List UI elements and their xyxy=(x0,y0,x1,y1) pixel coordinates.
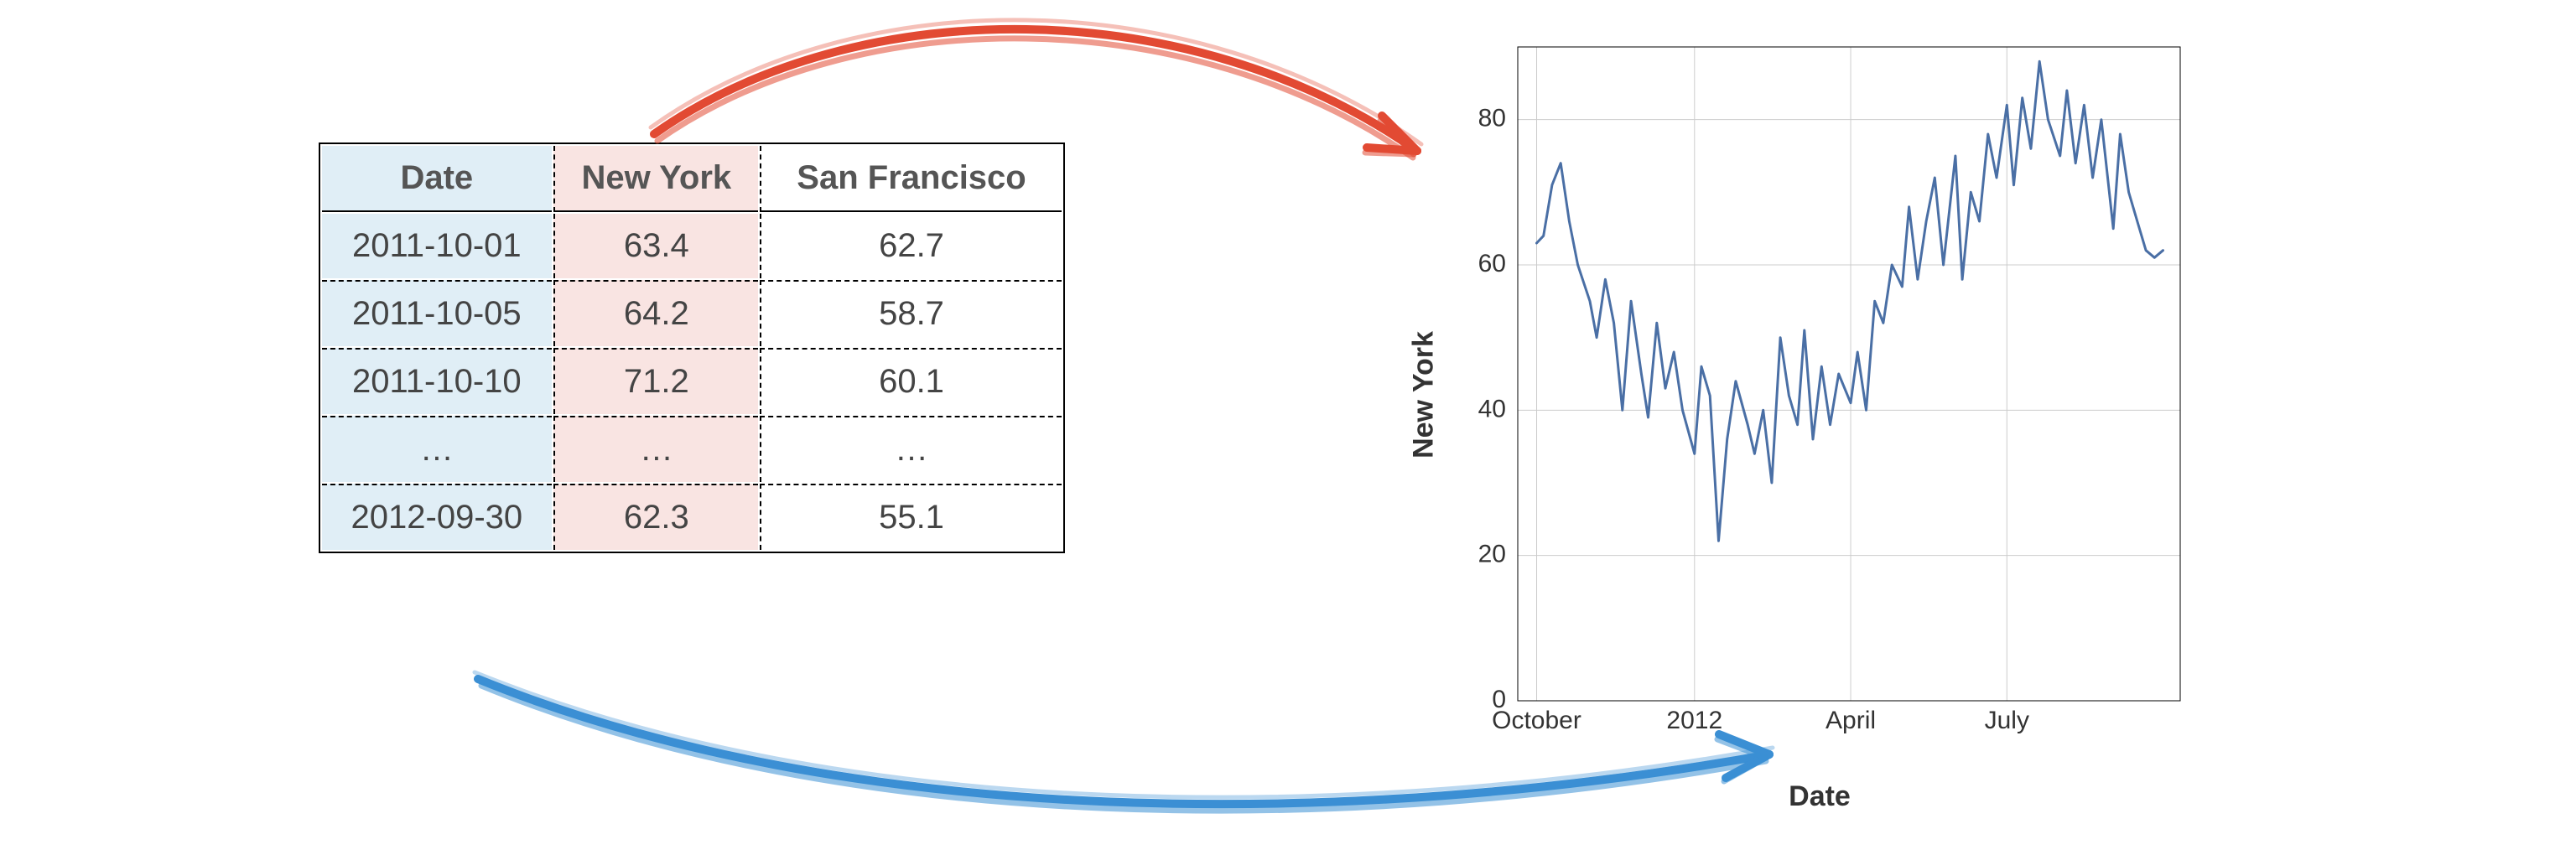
table-row: 2011-10-05 64.2 58.7 xyxy=(322,280,1062,346)
cell-ny: 62.3 xyxy=(553,484,758,550)
cell-ny: 71.2 xyxy=(553,348,758,414)
chart-y-axis-label: New York xyxy=(1408,331,1441,459)
cell-sf: 58.7 xyxy=(760,280,1062,346)
cell-sf: … xyxy=(760,416,1062,482)
cell-ny: 64.2 xyxy=(553,280,758,346)
svg-text:40: 40 xyxy=(1478,395,1506,422)
svg-text:July: July xyxy=(1985,707,2029,734)
arrow-blue-icon xyxy=(428,637,1853,855)
svg-text:60: 60 xyxy=(1478,250,1506,277)
cell-sf: 60.1 xyxy=(760,348,1062,414)
arrow-red-icon xyxy=(604,0,1484,243)
col-header-date: Date xyxy=(322,146,552,212)
table-row: 2012-09-30 62.3 55.1 xyxy=(322,484,1062,550)
cell-date: 2011-10-01 xyxy=(322,214,552,278)
cell-date: 2012-09-30 xyxy=(322,484,552,550)
cell-date: 2011-10-10 xyxy=(322,348,552,414)
svg-text:20: 20 xyxy=(1478,541,1506,568)
table-row: 2011-10-10 71.2 60.1 xyxy=(322,348,1062,414)
cell-sf: 55.1 xyxy=(760,484,1062,550)
cell-ny: … xyxy=(553,416,758,482)
cell-date: … xyxy=(322,416,552,482)
table-row: … … … xyxy=(322,416,1062,482)
cell-date: 2011-10-05 xyxy=(322,280,552,346)
